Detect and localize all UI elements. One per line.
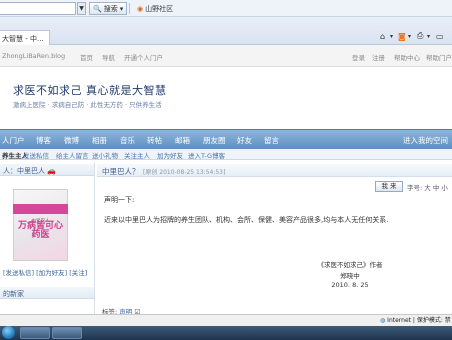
- taskbar-item-ie[interactable]: [20, 327, 50, 339]
- my-space-link[interactable]: 进入我的空间: [403, 135, 448, 146]
- taskbar-item-explorer[interactable]: [52, 327, 82, 339]
- profile-action-links[interactable]: [发送私信] [加为好友] [关注]: [3, 267, 87, 277]
- sub-menu-add-friend[interactable]: 加为好友: [157, 150, 183, 160]
- car-icon: 🚗: [47, 167, 56, 175]
- url-fragment: ZhongLiBaRen.blog: [2, 52, 66, 60]
- chevron-down-icon[interactable]: ▾: [408, 29, 411, 43]
- globe-icon: ◍: [380, 317, 386, 324]
- menu-item-friend-circle[interactable]: 朋友圈: [203, 135, 226, 146]
- site-nav-help[interactable]: 帮助中心: [394, 52, 420, 62]
- menu-item-mail[interactable]: 邮箱: [175, 135, 190, 146]
- post-date: [原创 2010-08-25 13:54:53]: [143, 169, 226, 176]
- search-label: 搜索: [103, 4, 118, 13]
- blog-title: 求医不如求己 真心就是大智慧: [13, 84, 167, 97]
- community-link[interactable]: ◉ 山野社区: [137, 2, 173, 15]
- chevron-down-icon: ▾: [119, 4, 124, 13]
- site-nav-portal[interactable]: 开通个人门户: [124, 52, 163, 62]
- sub-menu: 养生主人 发送私信 给主人留言 送小礼物 关注主人 加为好友 进入T-G博客: [0, 149, 452, 160]
- site-nav-register[interactable]: 注册: [372, 52, 385, 62]
- browser-tab[interactable]: 大智慧 - 中...: [0, 30, 50, 45]
- community-label: 山野社区: [145, 4, 174, 13]
- font-size-selector[interactable]: 字号: 大 中 小: [407, 182, 448, 192]
- sub-menu-message[interactable]: 发送私信: [23, 150, 49, 160]
- zone-text: Internet | 保护模式: 禁: [387, 317, 451, 324]
- sub-menu-follow[interactable]: 关注主人: [124, 150, 150, 160]
- reply-button[interactable]: 我 来: [375, 181, 403, 192]
- post-title[interactable]: 中里巴人？: [102, 166, 140, 177]
- menu-item-repost[interactable]: 转帖: [147, 135, 162, 146]
- menu-item-friends[interactable]: 好友: [237, 135, 252, 146]
- start-button[interactable]: [2, 326, 15, 339]
- print-icon[interactable]: ⎙: [417, 29, 423, 43]
- address-bar[interactable]: [0, 2, 76, 15]
- sub-menu-gift[interactable]: 送小礼物: [92, 150, 118, 160]
- search-button[interactable]: 🔍 搜索 ▾: [89, 2, 128, 15]
- post-greeting: 声明一下:: [104, 196, 135, 204]
- book-ribbon: [13, 204, 68, 214]
- sub-menu-tg-blog[interactable]: 进入T-G博客: [188, 150, 225, 160]
- signature-book: 《求医不如求己》作者: [317, 261, 383, 269]
- signature-date: 2010. 8. 25: [331, 281, 369, 289]
- recent-visitors-header: 的新家: [0, 287, 94, 299]
- menu-item-music[interactable]: 音乐: [120, 135, 135, 146]
- profile-panel-header: 人：中里巴人 🚗: [0, 164, 94, 176]
- chevron-down-icon[interactable]: ▾: [427, 29, 430, 43]
- page-icon[interactable]: ▭: [436, 29, 444, 43]
- tab-title: 大智慧 - 中...: [2, 35, 44, 43]
- post-body: 近来以中里巴人为招牌的养生团队、机构、会所、保健、美容产品很多,均与本人无任何关…: [104, 216, 389, 224]
- site-top-nav: ZhongLiBaRen.blog 首页 导航 开通个人门户 登录 注册 帮助中…: [0, 45, 452, 67]
- menu-item-album[interactable]: 相册: [92, 135, 107, 146]
- book-title: 万病皆可心药医: [17, 221, 63, 240]
- main-menu: 人门户 博客 微博 相册 音乐 转帖 邮箱 朋友圈 好友 留言 进入我的空间: [0, 129, 452, 149]
- site-nav-login[interactable]: 登录: [352, 52, 365, 62]
- toolbar-separator: [129, 3, 130, 14]
- sub-menu-guestbook[interactable]: 给主人留言: [56, 150, 89, 160]
- menu-item-blog[interactable]: 博客: [36, 135, 51, 146]
- site-nav-help-portal[interactable]: 帮助门户: [426, 52, 452, 62]
- security-zone: ◍ Internet | 保护模式: 禁: [380, 315, 451, 324]
- address-dropdown[interactable]: ▼: [77, 2, 86, 15]
- profile-header-text: 人：中里巴人: [3, 167, 45, 175]
- site-nav-guide[interactable]: 导航: [102, 52, 115, 62]
- blog-subtitle: 激病上医院 · 求病自己防 · 此性无方药 · 只供养生活: [13, 101, 162, 109]
- menu-item-guestbook[interactable]: 留言: [264, 135, 279, 146]
- signature-name: 郑晓中: [340, 272, 360, 280]
- recent-header-text: 的新家: [3, 290, 24, 298]
- community-icon: ◉: [137, 4, 144, 13]
- site-nav-home[interactable]: 首页: [80, 52, 93, 62]
- rss-icon[interactable]: ◙: [398, 29, 406, 43]
- home-icon[interactable]: ⌂: [380, 29, 385, 43]
- menu-item-weibo[interactable]: 微博: [64, 135, 79, 146]
- search-icon: 🔍: [93, 4, 102, 13]
- chevron-down-icon[interactable]: ▾: [390, 29, 393, 43]
- menu-item-portal[interactable]: 人门户: [2, 135, 25, 146]
